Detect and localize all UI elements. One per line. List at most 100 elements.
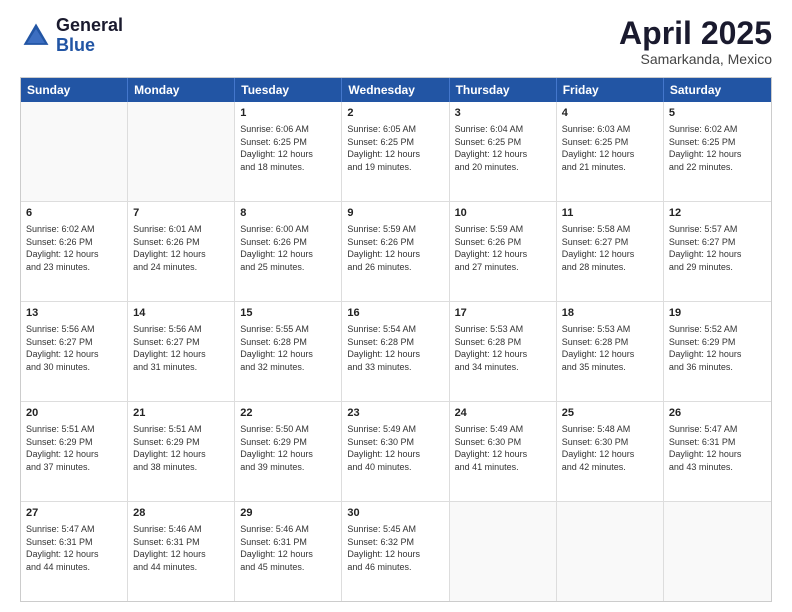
day-of-week-tuesday: Tuesday	[235, 78, 342, 102]
day-info: Sunrise: 5:47 AMSunset: 6:31 PMDaylight:…	[26, 523, 122, 573]
day-info: Sunrise: 5:56 AMSunset: 6:27 PMDaylight:…	[26, 323, 122, 373]
day-info: Sunrise: 6:06 AMSunset: 6:25 PMDaylight:…	[240, 123, 336, 173]
day-info: Sunrise: 6:02 AMSunset: 6:26 PMDaylight:…	[26, 223, 122, 273]
day-number: 28	[133, 506, 229, 521]
day-cell-25: 25Sunrise: 5:48 AMSunset: 6:30 PMDayligh…	[557, 402, 664, 501]
calendar-body: 1 Sunrise: 6:06 AMSunset: 6:25 PMDaylight…	[21, 102, 771, 601]
day-number: 20	[26, 406, 122, 421]
day-of-week-thursday: Thursday	[450, 78, 557, 102]
month-title: April 2025	[619, 16, 772, 51]
calendar-row: 1 Sunrise: 6:06 AMSunset: 6:25 PMDaylight…	[21, 102, 771, 201]
day-info: Sunrise: 5:45 AMSunset: 6:32 PMDaylight:…	[347, 523, 443, 573]
day-number: 26	[669, 406, 766, 421]
day-number: 16	[347, 306, 443, 321]
day-cell-12: 12 Sunrise: 5:57 AMSunset: 6:27 PMDayligh…	[664, 202, 771, 301]
day-cell-30: 30 Sunrise: 5:45 AMSunset: 6:32 PMDayligh…	[342, 502, 449, 601]
logo-icon	[20, 20, 52, 52]
calendar-header: SundayMondayTuesdayWednesdayThursdayFrid…	[21, 78, 771, 102]
day-info: Sunrise: 5:51 AMSunset: 6:29 PMDaylight:…	[133, 423, 229, 473]
title-block: April 2025 Samarkanda, Mexico	[619, 16, 772, 67]
calendar-row: 13 Sunrise: 5:56 AMSunset: 6:27 PMDayligh…	[21, 301, 771, 401]
day-cell-21: 21 Sunrise: 5:51 AMSunset: 6:29 PMDayligh…	[128, 402, 235, 501]
day-info: Sunrise: 5:53 AMSunset: 6:28 PMDaylight:…	[455, 323, 551, 373]
day-number: 24	[455, 406, 551, 421]
empty-cell	[664, 502, 771, 601]
day-info: Sunrise: 5:57 AMSunset: 6:27 PMDaylight:…	[669, 223, 766, 273]
day-number: 6	[26, 206, 122, 221]
empty-cell	[128, 102, 235, 201]
day-number: 7	[133, 206, 229, 221]
day-info: Sunrise: 5:49 AMSunset: 6:30 PMDaylight:…	[347, 423, 443, 473]
day-number: 14	[133, 306, 229, 321]
empty-cell	[557, 502, 664, 601]
day-cell-7: 7 Sunrise: 6:01 AMSunset: 6:26 PMDaylight…	[128, 202, 235, 301]
calendar-row: 6 Sunrise: 6:02 AMSunset: 6:26 PMDaylight…	[21, 201, 771, 301]
day-info: Sunrise: 6:04 AMSunset: 6:25 PMDaylight:…	[455, 123, 551, 173]
day-cell-27: 27 Sunrise: 5:47 AMSunset: 6:31 PMDayligh…	[21, 502, 128, 601]
day-cell-17: 17 Sunrise: 5:53 AMSunset: 6:28 PMDayligh…	[450, 302, 557, 401]
day-info: Sunrise: 5:53 AMSunset: 6:28 PMDaylight:…	[562, 323, 658, 373]
day-number: 13	[26, 306, 122, 321]
empty-cell	[450, 502, 557, 601]
day-number: 9	[347, 206, 443, 221]
header: General Blue April 2025 Samarkanda, Mexi…	[20, 16, 772, 67]
day-of-week-friday: Friday	[557, 78, 664, 102]
day-cell-28: 28Sunrise: 5:46 AMSunset: 6:31 PMDayligh…	[128, 502, 235, 601]
day-number: 27	[26, 506, 122, 521]
day-cell-4: 4Sunrise: 6:03 AMSunset: 6:25 PMDaylight…	[557, 102, 664, 201]
day-cell-14: 14 Sunrise: 5:56 AMSunset: 6:27 PMDayligh…	[128, 302, 235, 401]
day-info: Sunrise: 5:52 AMSunset: 6:29 PMDaylight:…	[669, 323, 766, 373]
day-info: Sunrise: 5:50 AMSunset: 6:29 PMDaylight:…	[240, 423, 336, 473]
day-info: Sunrise: 5:59 AMSunset: 6:26 PMDaylight:…	[455, 223, 551, 273]
day-number: 5	[669, 106, 766, 121]
day-cell-2: 2 Sunrise: 6:05 AMSunset: 6:25 PMDaylight…	[342, 102, 449, 201]
day-number: 1	[240, 106, 336, 121]
day-info: Sunrise: 5:58 AMSunset: 6:27 PMDaylight:…	[562, 223, 658, 273]
day-number: 29	[240, 506, 336, 521]
day-number: 8	[240, 206, 336, 221]
day-info: Sunrise: 5:59 AMSunset: 6:26 PMDaylight:…	[347, 223, 443, 273]
day-of-week-monday: Monday	[128, 78, 235, 102]
day-cell-26: 26 Sunrise: 5:47 AMSunset: 6:31 PMDayligh…	[664, 402, 771, 501]
day-info: Sunrise: 5:56 AMSunset: 6:27 PMDaylight:…	[133, 323, 229, 373]
day-number: 30	[347, 506, 443, 521]
day-number: 15	[240, 306, 336, 321]
day-cell-11: 11 Sunrise: 5:58 AMSunset: 6:27 PMDayligh…	[557, 202, 664, 301]
day-cell-8: 8Sunrise: 6:00 AMSunset: 6:26 PMDaylight…	[235, 202, 342, 301]
day-info: Sunrise: 5:49 AMSunset: 6:30 PMDaylight:…	[455, 423, 551, 473]
day-of-week-wednesday: Wednesday	[342, 78, 449, 102]
day-number: 17	[455, 306, 551, 321]
day-cell-9: 9 Sunrise: 5:59 AMSunset: 6:26 PMDaylight…	[342, 202, 449, 301]
day-cell-13: 13 Sunrise: 5:56 AMSunset: 6:27 PMDayligh…	[21, 302, 128, 401]
page: General Blue April 2025 Samarkanda, Mexi…	[0, 0, 792, 612]
day-cell-10: 10Sunrise: 5:59 AMSunset: 6:26 PMDayligh…	[450, 202, 557, 301]
day-number: 2	[347, 106, 443, 121]
day-info: Sunrise: 6:02 AMSunset: 6:25 PMDaylight:…	[669, 123, 766, 173]
day-info: Sunrise: 5:47 AMSunset: 6:31 PMDaylight:…	[669, 423, 766, 473]
day-of-week-sunday: Sunday	[21, 78, 128, 102]
day-cell-20: 20 Sunrise: 5:51 AMSunset: 6:29 PMDayligh…	[21, 402, 128, 501]
day-of-week-saturday: Saturday	[664, 78, 771, 102]
day-number: 19	[669, 306, 766, 321]
day-number: 25	[562, 406, 658, 421]
calendar-row: 27 Sunrise: 5:47 AMSunset: 6:31 PMDayligh…	[21, 501, 771, 601]
day-number: 12	[669, 206, 766, 221]
day-cell-23: 23Sunrise: 5:49 AMSunset: 6:30 PMDayligh…	[342, 402, 449, 501]
day-info: Sunrise: 5:51 AMSunset: 6:29 PMDaylight:…	[26, 423, 122, 473]
calendar: SundayMondayTuesdayWednesdayThursdayFrid…	[20, 77, 772, 602]
day-cell-6: 6 Sunrise: 6:02 AMSunset: 6:26 PMDaylight…	[21, 202, 128, 301]
day-info: Sunrise: 5:46 AMSunset: 6:31 PMDaylight:…	[240, 523, 336, 573]
day-cell-1: 1 Sunrise: 6:06 AMSunset: 6:25 PMDaylight…	[235, 102, 342, 201]
day-cell-29: 29 Sunrise: 5:46 AMSunset: 6:31 PMDayligh…	[235, 502, 342, 601]
logo-general: General	[56, 15, 123, 35]
day-info: Sunrise: 6:01 AMSunset: 6:26 PMDaylight:…	[133, 223, 229, 273]
logo-blue: Blue	[56, 35, 95, 55]
logo: General Blue	[20, 16, 123, 56]
day-number: 11	[562, 206, 658, 221]
day-info: Sunrise: 6:05 AMSunset: 6:25 PMDaylight:…	[347, 123, 443, 173]
logo-text: General Blue	[56, 16, 123, 56]
day-number: 21	[133, 406, 229, 421]
day-cell-3: 3Sunrise: 6:04 AMSunset: 6:25 PMDaylight…	[450, 102, 557, 201]
day-cell-16: 16Sunrise: 5:54 AMSunset: 6:28 PMDayligh…	[342, 302, 449, 401]
day-number: 4	[562, 106, 658, 121]
